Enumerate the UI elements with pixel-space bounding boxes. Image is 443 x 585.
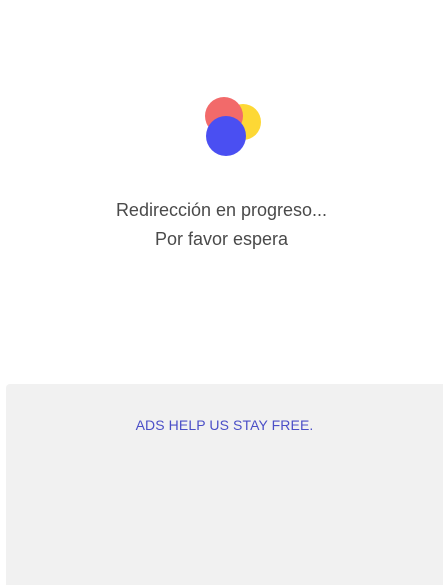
ad-panel: ADS HELP US STAY FREE. [6,384,443,585]
loading-spinner-icon [203,96,263,160]
redirect-message: Redirección en progreso... Por favor esp… [0,196,443,254]
blue-dot [206,116,246,156]
redirect-status-text: Redirección en progreso... [115,200,328,220]
ad-notice-text: ADS HELP US STAY FREE. [135,417,314,433]
please-wait-text: Por favor espera [154,229,289,249]
